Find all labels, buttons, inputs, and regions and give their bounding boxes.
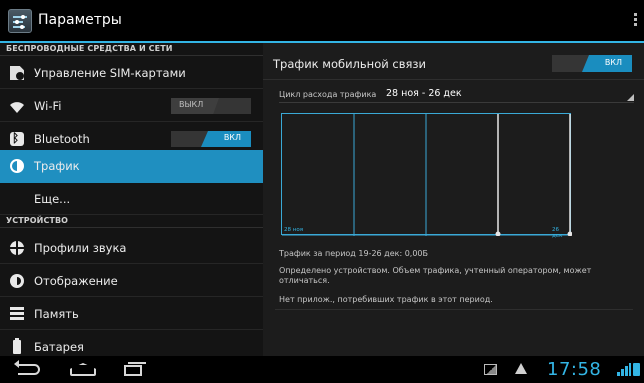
detail-title: Трафик мобильной связи [273,57,426,71]
divider [263,79,644,80]
sidebar-item-memory[interactable]: Память [0,298,263,330]
sidebar-item-label: Память [34,307,79,321]
sidebar-item-label: Батарея [34,340,84,354]
sidebar-item-label: Управление SIM-картами [34,66,186,80]
battery-icon [13,338,21,354]
home-icon[interactable] [70,363,96,376]
settings-app-icon[interactable] [8,9,32,33]
data-usage-icon [10,159,24,173]
battery-status-icon [633,363,640,376]
recent-apps-icon[interactable] [124,362,146,376]
action-bar: Параметры [0,0,644,41]
sidebar-item-label: Трафик [34,159,80,173]
usage-summary: Трафик за период 19-26 дек: 0,00Б [279,249,428,258]
toggle-label: ВКЛ [223,133,241,142]
overflow-menu-icon[interactable] [632,13,638,29]
storage-icon [10,307,24,321]
system-bar: 17:58 [0,356,644,383]
chart-start-label: 28 ноя [284,227,304,233]
chart-end-label: 26 дек [552,227,563,239]
dropdown-arrow-icon [627,94,634,101]
traffic-chart: 28 ноя 26 дек [281,113,572,239]
signal-icon [617,362,631,376]
bluetooth-toggle[interactable]: ВКЛ [171,131,251,147]
sidebar-item-wifi[interactable]: Wi-Fi ВЫКЛ [0,90,263,122]
sound-profile-icon [10,241,24,255]
sidebar-item-sound[interactable]: Профили звука [0,232,263,264]
sidebar-item-more[interactable]: Еще... [0,183,263,215]
sidebar-item-traffic[interactable]: Трафик [0,150,263,183]
settings-list: БЕСПРОВОДНЫЕ СРЕДСТВА И СЕТИ Управление … [0,43,263,363]
sidebar-item-display[interactable]: Отображение [0,265,263,297]
range-start-handle [495,231,501,236]
back-icon[interactable] [14,360,40,375]
mobile-data-toggle[interactable]: ВКЛ [552,55,632,72]
cycle-value: 28 ноя - 26 дек [386,88,462,99]
sidebar-item-label: Wi-Fi [34,99,62,113]
sidebar-item-label: Отображение [34,274,118,288]
warning-icon[interactable] [515,363,527,374]
section-header-device: УСТРОЙСТВО [0,215,263,228]
toggle-label: ВЫКЛ [179,100,204,109]
traffic-detail-pane: Трафик мобильной связи ВКЛ Цикл расхода … [263,43,644,356]
image-notification-icon[interactable] [484,364,497,375]
cycle-label: Цикл расхода трафика [279,90,377,99]
display-icon [10,274,24,288]
no-apps-message: Нет прилож., потребивших трафик в этот п… [279,295,493,304]
sidebar-item-label: Bluetooth [34,132,90,146]
toggle-label: ВКЛ [604,58,622,67]
clock[interactable]: 17:58 [547,359,601,380]
bluetooth-icon [10,131,24,146]
operator-note: Определено устройством. Объем трафика, у… [279,266,592,285]
sidebar-item-sim[interactable]: Управление SIM-картами [0,57,263,89]
sidebar-item-label: Профили звука [34,241,127,255]
wifi-icon [10,99,24,113]
section-header-wireless: БЕСПРОВОДНЫЕ СРЕДСТВА И СЕТИ [0,43,263,56]
cycle-dropdown[interactable]: Цикл расхода трафика 28 ноя - 26 дек [279,87,634,103]
sim-card-icon [10,66,24,80]
divider [275,309,633,310]
wifi-toggle[interactable]: ВЫКЛ [171,98,251,114]
traffic-chart-svg [282,114,572,236]
sidebar-item-label: Еще... [34,192,71,206]
page-title: Параметры [38,12,122,28]
